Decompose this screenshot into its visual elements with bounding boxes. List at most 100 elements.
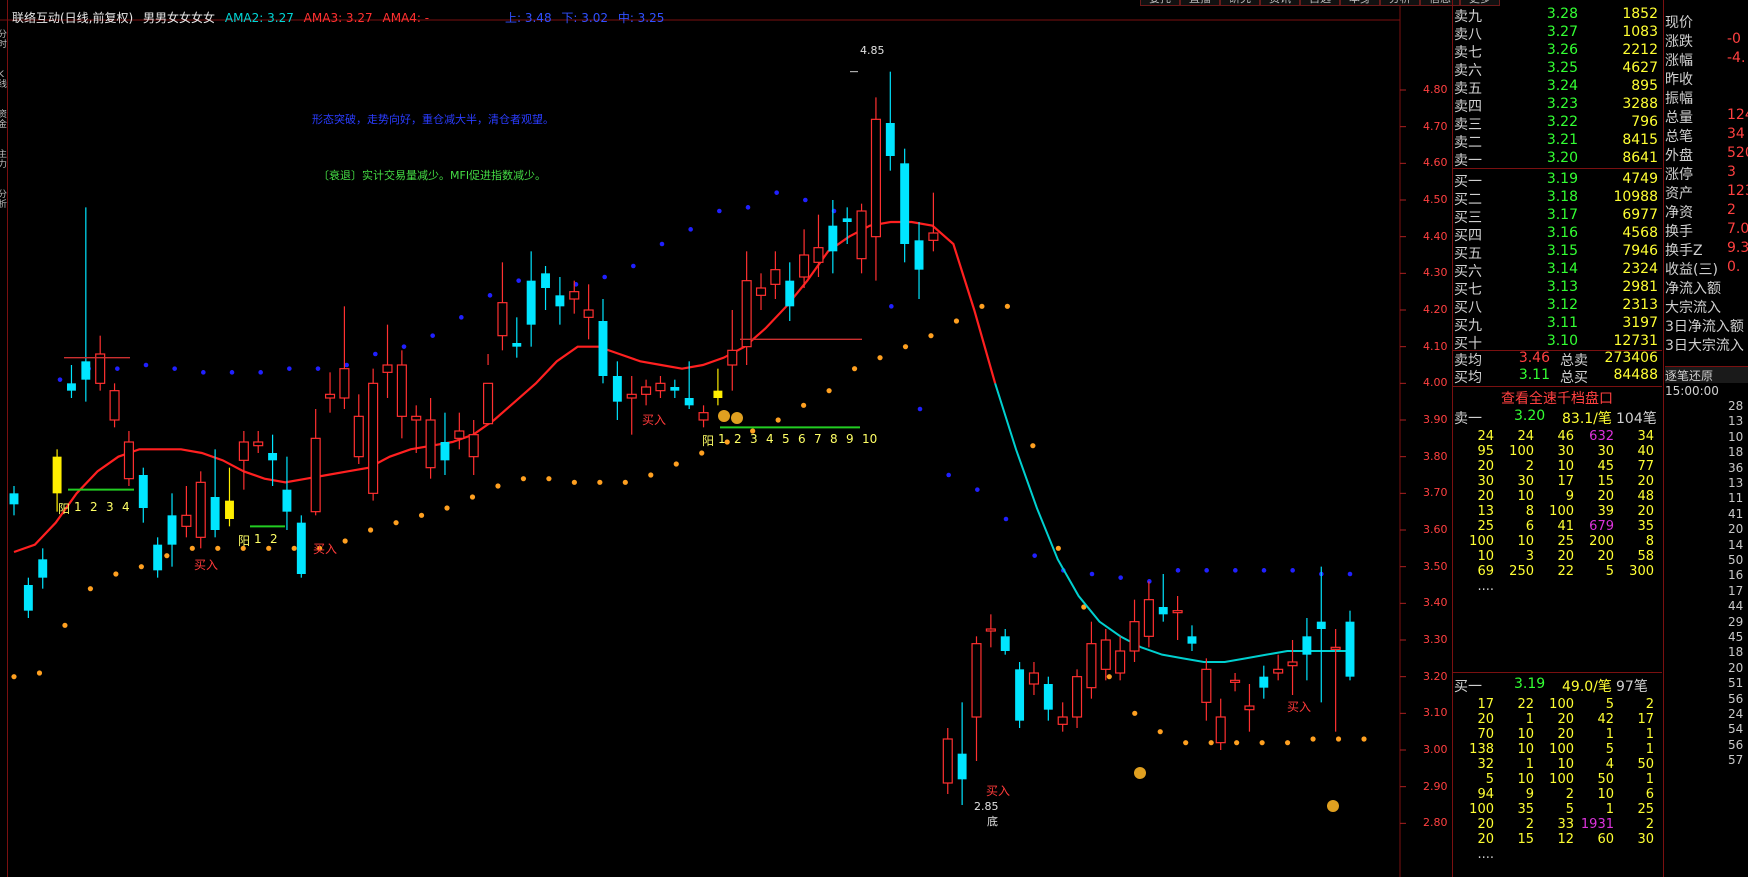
book-level-label: 卖四 bbox=[1454, 99, 1482, 115]
avg-price: 3.11 bbox=[1518, 367, 1550, 383]
candle-body bbox=[555, 295, 565, 307]
queue-cell: 138 bbox=[1469, 742, 1494, 757]
menu-item[interactable]: 自选 bbox=[1300, 0, 1340, 6]
yang-count: 1 bbox=[718, 432, 726, 446]
queue-cell: 15 bbox=[1517, 832, 1534, 847]
candle-body bbox=[425, 419, 436, 469]
resistance-dot bbox=[201, 370, 206, 375]
queue-row: 30 30 17 15 20 bbox=[1458, 474, 1658, 489]
support-dot bbox=[1106, 674, 1112, 680]
deep-book-button[interactable]: 查看全速千档盘口 bbox=[1452, 388, 1662, 408]
bid-row[interactable]: 买七 3.13 2981 bbox=[1452, 279, 1662, 298]
queue-cell: 50 bbox=[1597, 772, 1614, 787]
ask-row[interactable]: 卖一 3.20 8641 bbox=[1452, 150, 1662, 169]
queue-cell: 1 bbox=[1645, 772, 1654, 787]
bid-row[interactable]: 买三 3.17 6977 bbox=[1452, 207, 1662, 226]
bid-row[interactable]: 买四 3.16 4568 bbox=[1452, 225, 1662, 244]
candle bbox=[396, 350, 407, 439]
quote-value: 9.3 bbox=[1727, 240, 1748, 256]
bid-row[interactable]: 买九 3.11 3197 bbox=[1452, 315, 1662, 334]
bid-row[interactable]: 买五 3.15 7946 bbox=[1452, 243, 1662, 262]
ask-row[interactable]: 卖七 3.26 2212 bbox=[1452, 42, 1662, 61]
ask-row[interactable]: 卖三 3.22 796 bbox=[1452, 114, 1662, 133]
candle bbox=[238, 431, 249, 490]
quote-row: 昨收 bbox=[1665, 69, 1748, 88]
indicator-name[interactable]: 男男女女女女 bbox=[143, 11, 215, 25]
menu-item[interactable]: 研究 bbox=[1220, 0, 1260, 6]
candle-body bbox=[641, 386, 652, 395]
resistance-dot bbox=[659, 241, 665, 247]
support-dot bbox=[775, 417, 781, 423]
ask-row[interactable]: 卖九 3.28 1852 bbox=[1452, 6, 1662, 25]
queue-cell: 100 bbox=[1549, 742, 1574, 757]
axis-label: 3.90 bbox=[1423, 413, 1448, 426]
resistance-dot bbox=[430, 333, 435, 338]
book-level-label: 买一 bbox=[1454, 174, 1482, 190]
book-level-label: 卖八 bbox=[1454, 27, 1482, 43]
axis-label: 4.80 bbox=[1423, 83, 1448, 96]
ask-row[interactable]: 卖五 3.24 895 bbox=[1452, 78, 1662, 97]
ask-row[interactable]: 卖八 3.27 1083 bbox=[1452, 24, 1662, 43]
book-price: 3.25 bbox=[1546, 60, 1578, 76]
book-volume: 4749 bbox=[1622, 171, 1658, 187]
menu-item[interactable]: 资讯 bbox=[1260, 0, 1300, 6]
queue-cell: 20 bbox=[1637, 504, 1654, 519]
bid-row[interactable]: 买一 3.19 4749 bbox=[1452, 171, 1662, 190]
candle-body bbox=[1187, 636, 1197, 644]
menu-item[interactable]: 本身 bbox=[1340, 0, 1380, 6]
candle-body bbox=[612, 376, 622, 402]
bid-row[interactable]: 买八 3.12 2313 bbox=[1452, 297, 1662, 316]
kline-chart[interactable] bbox=[0, 0, 1452, 877]
quote-row: 3日净流入额 bbox=[1665, 316, 1748, 335]
queue-cell: 2 bbox=[1525, 817, 1534, 832]
ask-row[interactable]: 卖二 3.21 8415 bbox=[1452, 132, 1662, 151]
menu-item[interactable]: 分析 bbox=[1380, 0, 1420, 6]
candle-body bbox=[353, 415, 364, 458]
queue-cell: 25 bbox=[1557, 534, 1574, 549]
resistance-dot bbox=[745, 205, 751, 210]
candle bbox=[612, 361, 622, 420]
support-dot bbox=[597, 479, 603, 485]
support-dot bbox=[1361, 736, 1367, 742]
bid-row[interactable]: 买二 3.18 10988 bbox=[1452, 189, 1662, 208]
support-dot bbox=[469, 494, 476, 500]
candle-body bbox=[483, 382, 494, 425]
yang-count: 9 bbox=[846, 432, 854, 446]
resistance-dot bbox=[487, 293, 493, 298]
candle-body bbox=[670, 387, 680, 391]
menu-item[interactable]: 直播 bbox=[1180, 0, 1220, 6]
queue-label: 卖一 bbox=[1454, 411, 1482, 427]
book-volume: 1083 bbox=[1622, 24, 1658, 40]
support-dot bbox=[266, 545, 272, 551]
candle-body bbox=[870, 118, 881, 238]
quote-label: 总量 bbox=[1665, 110, 1693, 126]
candle-body bbox=[684, 398, 694, 406]
resistance-dot bbox=[917, 406, 923, 412]
book-price: 3.10 bbox=[1546, 333, 1578, 349]
bid-row[interactable]: 买十 3.10 12731 bbox=[1452, 333, 1662, 352]
quote-value: 2 bbox=[1727, 202, 1736, 218]
axis-label: 3.70 bbox=[1423, 486, 1448, 500]
menu-item[interactable]: 委托 bbox=[1140, 0, 1180, 6]
trade-tab[interactable]: 逐笔还原 bbox=[1665, 366, 1748, 383]
quote-row: 收益(三) 0. bbox=[1665, 259, 1748, 278]
book-volume: 4568 bbox=[1622, 225, 1658, 241]
queue-cell: 250 bbox=[1509, 564, 1534, 579]
bid-row[interactable]: 买六 3.14 2324 bbox=[1452, 261, 1662, 280]
queue-cell: 8 bbox=[1645, 534, 1654, 549]
queue-cell: 10 bbox=[1557, 459, 1574, 474]
axis-label: 4.20 bbox=[1423, 303, 1448, 316]
queue-cell: 45 bbox=[1597, 459, 1614, 474]
quote-label: 换手Z bbox=[1665, 243, 1703, 259]
candle bbox=[1187, 625, 1197, 651]
total-volume: 273406 bbox=[1604, 350, 1658, 366]
band-down: 下: 3.02 bbox=[561, 11, 608, 25]
avg-row: 卖均 3.46 总卖 273406 bbox=[1452, 350, 1662, 369]
book-level-label: 卖二 bbox=[1454, 135, 1482, 151]
stock-title[interactable]: 联络互动(日线,前复权) bbox=[12, 11, 133, 25]
ask-row[interactable]: 卖四 3.23 3288 bbox=[1452, 96, 1662, 115]
quote-value: 124. bbox=[1727, 107, 1748, 123]
candle-body bbox=[123, 441, 134, 480]
quote-row: 涨跌 -0 bbox=[1665, 31, 1748, 50]
ask-row[interactable]: 卖六 3.25 4627 bbox=[1452, 60, 1662, 79]
